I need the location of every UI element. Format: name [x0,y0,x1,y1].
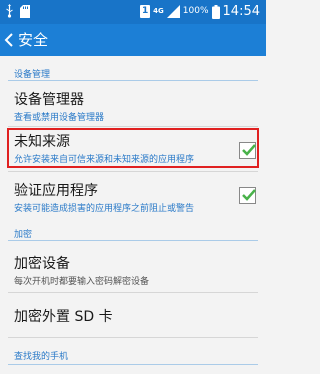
item-title: 加密设备 [14,256,70,272]
clock: 14:54 [222,4,260,19]
section-header-encryption: 加密 [14,230,33,240]
action-bar: 安全 [0,24,266,56]
divider [8,337,258,338]
setting-device-admin[interactable]: 设备管理器 查看或禁用设备管理器 [0,81,266,125]
chevron-left-icon [4,33,14,47]
section-header-find-my-phone: 查找我的手机 [14,352,69,362]
checkmark-icon [242,189,256,201]
item-subtitle: 安装可能造成损害的应用程序之前阻止或警告 [14,204,195,214]
item-title: 加密外置 SD 卡 [14,309,113,325]
section-divider [8,364,258,365]
setting-encrypt-sd-card[interactable]: 加密外置 SD 卡 [0,293,266,337]
sd-card-icon [20,4,30,18]
divider [8,126,258,127]
section-header-device-management: 设备管理 [14,70,51,80]
item-title: 设备管理器 [14,92,84,108]
usb-icon [5,4,14,18]
item-title: 验证应用程序 [14,183,98,199]
sim-badge: 1 [140,5,151,18]
status-bar: 1 4G 100% 14:54 [0,0,266,24]
section-divider [8,240,258,241]
highlight-box [7,128,259,168]
setting-verify-apps[interactable]: 验证应用程序 安装可能造成损害的应用程序之前阻止或警告 [0,172,266,217]
page-title: 安全 [18,31,49,49]
battery-icon [211,4,220,19]
setting-encrypt-device[interactable]: 加密设备 每次开机时都要输入密码解密设备 [0,242,266,287]
back-button[interactable]: 安全 [4,24,54,56]
settings-list: 设备管理 设备管理器 查看或禁用设备管理器 未知来源 允许安装来自可信来源和未知… [0,56,266,374]
network-type: 4G [153,7,164,15]
battery-percent: 100% [182,6,209,16]
verify-apps-checkbox[interactable] [239,187,256,204]
item-subtitle: 查看或禁用设备管理器 [14,113,105,123]
signal-icon [166,5,180,18]
item-subtitle: 每次开机时都要输入密码解密设备 [14,277,150,287]
